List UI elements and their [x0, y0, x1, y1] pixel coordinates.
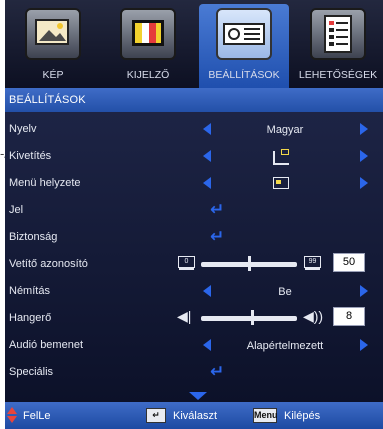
row-label: Jel — [9, 204, 24, 216]
menu-row-menu-position[interactable]: Menü helyzete — [5, 168, 383, 195]
tab-lehetosegek[interactable]: LEHETŐSÉGEK — [293, 4, 383, 88]
tab-beallitasok[interactable]: BEÁLLÍTÁSOK — [199, 4, 289, 88]
exit-label: Kilépés — [284, 410, 321, 422]
menu-row-signal[interactable]: Jel ↵ — [5, 195, 383, 222]
slider-thumb[interactable] — [248, 256, 251, 271]
updown-label: FelLe — [23, 410, 51, 422]
row-label: Biztonság — [9, 231, 58, 243]
menu-row-volume[interactable]: Hangerő ◀| ◀)) 8 — [5, 303, 383, 330]
row-label: Audió bemenet — [9, 339, 83, 351]
projector-icon — [216, 8, 272, 60]
up-down-icon — [7, 407, 17, 423]
menu-row-projection[interactable]: Kivetítés — [5, 141, 383, 168]
left-arrow-icon[interactable] — [203, 177, 211, 189]
tab-label: LEHETŐSÉGEK — [298, 69, 378, 81]
right-arrow-icon[interactable] — [360, 177, 368, 189]
speaker-high-icon: ◀)) — [303, 308, 324, 324]
picture-icon — [25, 8, 81, 60]
scroll-down-icon[interactable] — [189, 392, 207, 400]
min-value-chip: 0 — [178, 256, 195, 270]
max-value-chip: 99 — [304, 256, 321, 270]
projector-osd-menu: KÉP KIJELZŐ BEÁLLÍTÁSOK LEHETŐSÉGEK BEÁL… — [5, 0, 383, 429]
menu-position-icon — [273, 177, 289, 189]
audio-input-value: Alapértelmezett — [246, 340, 324, 352]
row-label: Némítás — [9, 285, 50, 297]
tab-bar: KÉP KIJELZŐ BEÁLLÍTÁSOK LEHETŐSÉGEK — [5, 0, 383, 88]
menu-row-language[interactable]: Nyelv Magyar — [5, 114, 383, 141]
left-arrow-icon[interactable] — [203, 123, 211, 135]
section-title: BEÁLLÍTÁSOK — [9, 94, 86, 106]
speaker-low-icon: ◀| — [177, 308, 192, 324]
left-arrow-icon[interactable] — [203, 285, 211, 297]
menu-row-projector-id[interactable]: Vetítő azonosító 0 99 50 — [5, 249, 383, 276]
tab-kep[interactable]: KÉP — [8, 4, 98, 88]
left-arrow-icon[interactable] — [203, 339, 211, 351]
menu-key-icon: Menu — [253, 408, 278, 423]
projector-id-value: 50 — [333, 253, 365, 272]
right-arrow-icon[interactable] — [360, 285, 368, 297]
right-arrow-icon[interactable] — [360, 150, 368, 162]
front-projection-icon — [273, 149, 291, 165]
enter-key-icon: ↵ — [146, 408, 166, 423]
row-label: Nyelv — [9, 123, 37, 135]
volume-value: 8 — [333, 307, 365, 326]
mute-value: Be — [278, 286, 292, 298]
checklist-icon — [310, 8, 366, 60]
menu-row-advanced[interactable]: Speciális ↵ — [5, 357, 383, 384]
tab-label: BEÁLLÍTÁSOK — [208, 69, 280, 81]
row-label: Speciális — [9, 366, 54, 378]
row-label: Kivetítés — [9, 150, 52, 162]
row-label: Hangerő — [9, 312, 52, 324]
menu-row-audio-input[interactable]: Audió bemenet Alapértelmezett — [5, 330, 383, 357]
tab-label: KIJELZŐ — [126, 69, 170, 81]
section-header: BEÁLLÍTÁSOK — [5, 88, 383, 112]
menu-row-security[interactable]: Biztonság ↵ — [5, 222, 383, 249]
enter-icon[interactable]: ↵ — [210, 200, 224, 220]
color-bars-icon — [120, 8, 176, 60]
slider-thumb[interactable] — [250, 310, 254, 325]
tab-label: KÉP — [42, 69, 64, 81]
enter-icon[interactable]: ↵ — [210, 362, 224, 382]
settings-menu: Nyelv Magyar Kivetítés Menü helyzete Jel… — [5, 112, 383, 402]
select-label: Kiválaszt — [173, 410, 218, 422]
language-value: Magyar — [266, 124, 304, 136]
footer-help-bar: FelLe ↵ Kiválaszt Menu Kilépés — [5, 402, 383, 429]
enter-icon[interactable]: ↵ — [210, 227, 224, 247]
left-arrow-icon[interactable] — [203, 150, 211, 162]
menu-row-mute[interactable]: Némítás Be — [5, 276, 383, 303]
row-label: Vetítő azonosító — [9, 258, 88, 270]
tab-kijelzo[interactable]: KIJELZŐ — [103, 4, 193, 88]
volume-slider[interactable] — [201, 316, 297, 321]
right-arrow-icon[interactable] — [360, 123, 368, 135]
row-label: Menü helyzete — [9, 177, 81, 189]
right-arrow-icon[interactable] — [360, 339, 368, 351]
